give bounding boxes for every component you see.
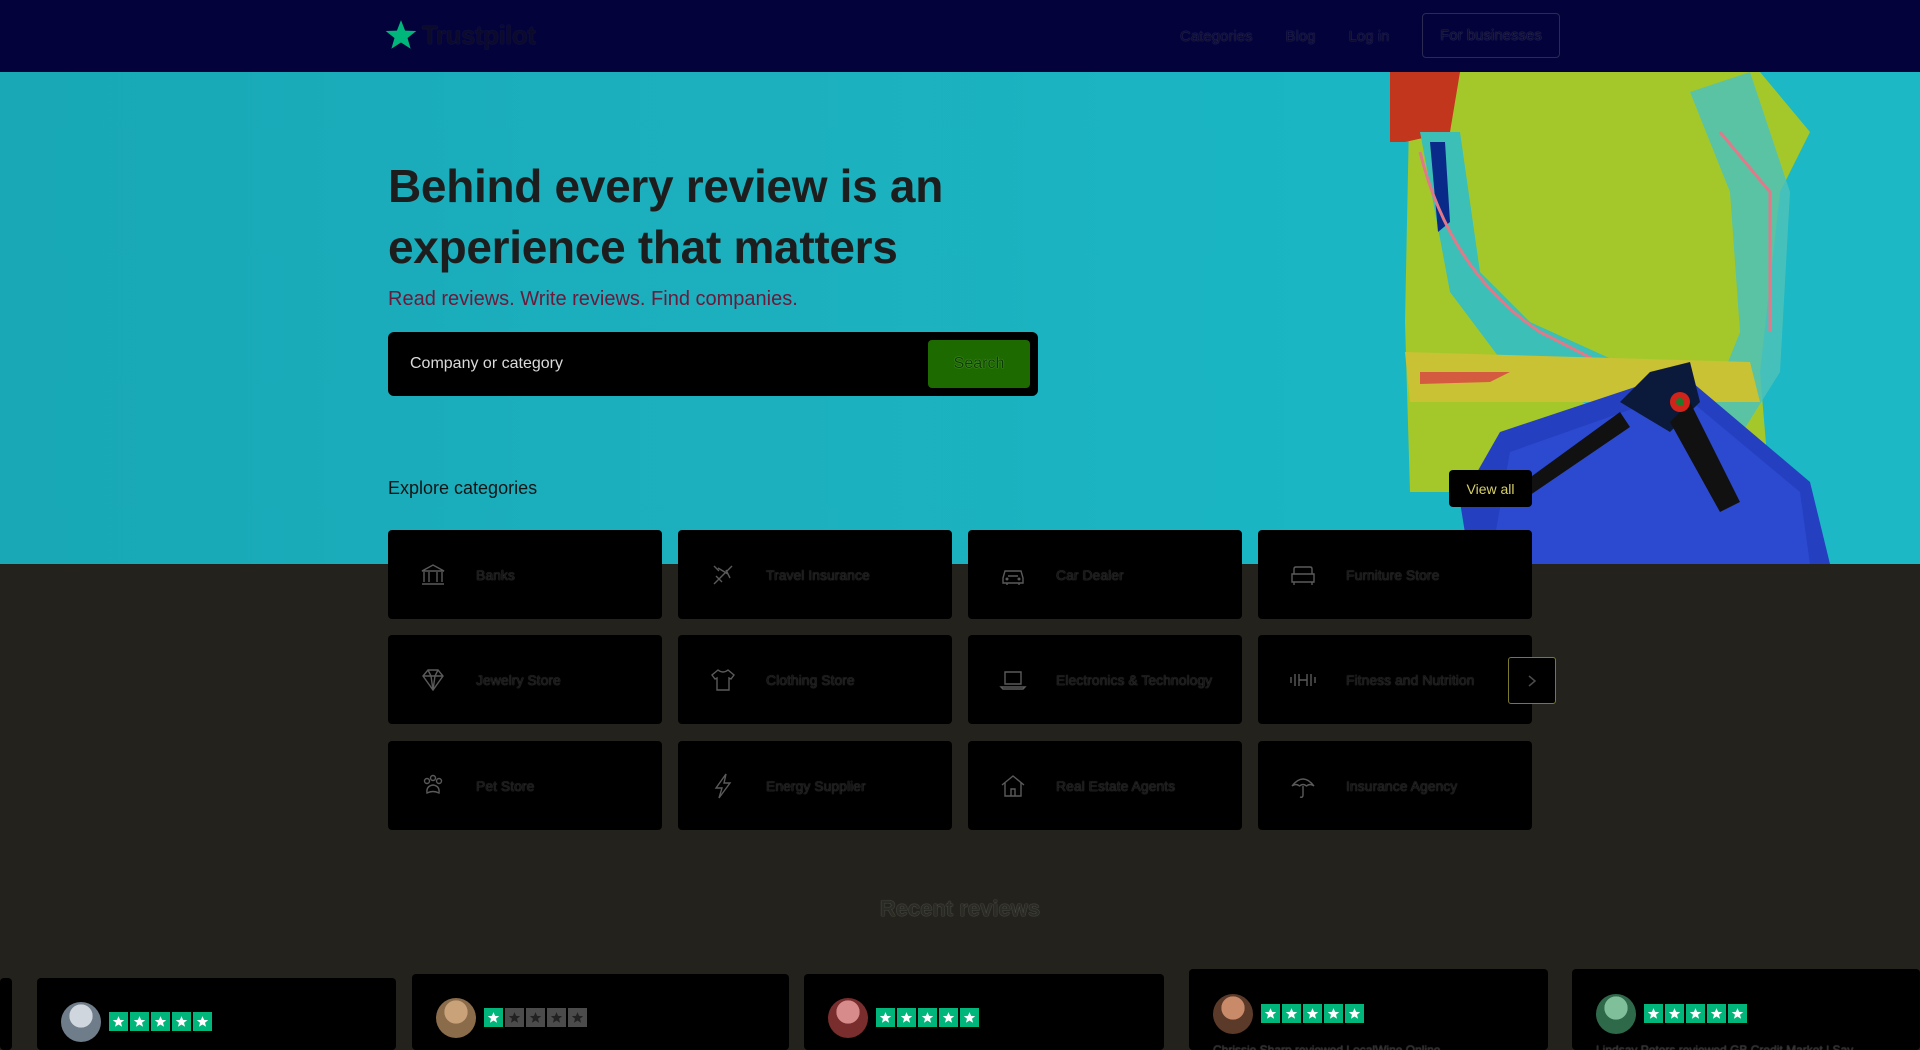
search-form: Search bbox=[388, 332, 1038, 396]
review-card[interactable]: Lindsay Peters reviewed GB Credit Market… bbox=[1572, 969, 1920, 1050]
empty-star-icon bbox=[526, 1008, 545, 1027]
category-card[interactable]: Furniture Store bbox=[1258, 530, 1532, 619]
filled-star-icon bbox=[939, 1008, 958, 1027]
top-navigation: Trustpilot Categories Blog Log in For bu… bbox=[0, 0, 1920, 72]
filled-star-icon bbox=[151, 1012, 170, 1031]
chevron-right-icon bbox=[1528, 674, 1537, 687]
reviewer-avatar bbox=[1213, 994, 1253, 1034]
house-icon bbox=[1001, 775, 1025, 797]
category-label: Energy Supplier bbox=[766, 777, 866, 794]
view-all-categories-button[interactable]: View all bbox=[1449, 470, 1532, 507]
review-card-edge[interactable] bbox=[0, 978, 12, 1050]
for-businesses-button[interactable]: For businesses bbox=[1422, 13, 1560, 58]
category-label: Furniture Store bbox=[1346, 566, 1440, 583]
filled-star-icon bbox=[918, 1008, 937, 1027]
hero-title: Behind every review is an experience tha… bbox=[388, 160, 943, 273]
reviewer-avatar bbox=[436, 998, 476, 1038]
next-categories-button[interactable] bbox=[1508, 657, 1556, 704]
category-label: Electronics & Technology bbox=[1056, 671, 1213, 688]
nav-link-categories[interactable]: Categories bbox=[1180, 28, 1253, 45]
review-author-line: Chrissie Sharp reviewed LocalWine Online bbox=[1213, 1043, 1441, 1050]
lightning-icon bbox=[714, 773, 732, 799]
filled-star-icon bbox=[1261, 1004, 1280, 1023]
star-rating bbox=[1644, 1004, 1747, 1023]
star-rating bbox=[1261, 1004, 1364, 1023]
filled-star-icon bbox=[1686, 1004, 1705, 1023]
nav-link-blog[interactable]: Blog bbox=[1286, 28, 1316, 45]
category-card[interactable]: Real Estate Agents bbox=[968, 741, 1242, 830]
category-label: Insurance Agency bbox=[1346, 777, 1458, 794]
category-card[interactable]: Energy Supplier bbox=[678, 741, 952, 830]
shirt-icon bbox=[711, 669, 735, 691]
review-card[interactable] bbox=[37, 978, 396, 1050]
filled-star-icon bbox=[1303, 1004, 1322, 1023]
category-card[interactable]: Fitness and Nutrition bbox=[1258, 635, 1532, 724]
reviewer-avatar bbox=[828, 998, 868, 1038]
car-icon bbox=[1002, 570, 1024, 585]
bank-icon bbox=[421, 564, 445, 585]
filled-star-icon bbox=[1644, 1004, 1663, 1023]
plane-icon bbox=[713, 565, 733, 585]
empty-star-icon bbox=[505, 1008, 524, 1027]
logo-text: Trustpilot bbox=[422, 19, 536, 50]
dumbbell-icon bbox=[1290, 674, 1316, 686]
empty-star-icon bbox=[568, 1008, 587, 1027]
filled-star-icon bbox=[1728, 1004, 1747, 1023]
trustpilot-logo[interactable]: Trustpilot bbox=[384, 18, 536, 52]
nav-link-login[interactable]: Log in bbox=[1349, 28, 1390, 45]
filled-star-icon bbox=[1707, 1004, 1726, 1023]
star-logo-icon bbox=[385, 20, 417, 49]
company-search-input[interactable] bbox=[410, 332, 910, 396]
category-label: Pet Store bbox=[476, 777, 535, 794]
filled-star-icon bbox=[960, 1008, 979, 1027]
category-card[interactable]: Insurance Agency bbox=[1258, 741, 1532, 830]
category-card[interactable]: Travel Insurance bbox=[678, 530, 952, 619]
filled-star-icon bbox=[1345, 1004, 1364, 1023]
umbrella-icon bbox=[1291, 778, 1315, 798]
filled-star-icon bbox=[1282, 1004, 1301, 1023]
diamond-icon bbox=[422, 669, 444, 692]
hero-section: Behind every review is an experience tha… bbox=[0, 72, 1920, 564]
category-card[interactable]: Clothing Store bbox=[678, 635, 952, 724]
empty-star-icon bbox=[547, 1008, 566, 1027]
filled-star-icon bbox=[193, 1012, 212, 1031]
category-card[interactable]: Electronics & Technology bbox=[968, 635, 1242, 724]
star-rating bbox=[109, 1012, 212, 1031]
review-card[interactable] bbox=[804, 974, 1164, 1050]
filled-star-icon bbox=[897, 1008, 916, 1027]
hero-subtitle: Read reviews. Write reviews. Find compan… bbox=[388, 288, 798, 310]
filled-star-icon bbox=[484, 1008, 503, 1027]
category-label: Real Estate Agents bbox=[1056, 777, 1176, 794]
category-card[interactable]: Banks bbox=[388, 530, 662, 619]
sofa-icon bbox=[1291, 566, 1315, 585]
category-label: Travel Insurance bbox=[766, 566, 870, 583]
review-card[interactable]: Chrissie Sharp reviewed LocalWine Online bbox=[1189, 969, 1548, 1050]
explore-categories-title: Explore categories bbox=[388, 478, 538, 498]
category-label: Car Dealer bbox=[1056, 566, 1124, 583]
filled-star-icon bbox=[1665, 1004, 1684, 1023]
star-rating bbox=[876, 1008, 979, 1027]
search-button[interactable]: Search bbox=[928, 340, 1030, 388]
filled-star-icon bbox=[109, 1012, 128, 1031]
reviewer-avatar bbox=[61, 1002, 101, 1042]
category-label: Jewelry Store bbox=[476, 671, 561, 688]
nav-links: Categories Blog Log in bbox=[1180, 0, 1422, 72]
filled-star-icon bbox=[172, 1012, 191, 1031]
laptop-icon bbox=[999, 671, 1027, 690]
category-card[interactable]: Pet Store bbox=[388, 741, 662, 830]
filled-star-icon bbox=[130, 1012, 149, 1031]
review-card[interactable] bbox=[412, 974, 789, 1050]
category-card[interactable]: Jewelry Store bbox=[388, 635, 662, 724]
filled-star-icon bbox=[1324, 1004, 1343, 1023]
recent-reviews-title: Recent reviews bbox=[879, 896, 1041, 921]
category-label: Clothing Store bbox=[766, 671, 855, 688]
reviewer-avatar bbox=[1596, 994, 1636, 1034]
filled-star-icon bbox=[876, 1008, 895, 1027]
category-card[interactable]: Car Dealer bbox=[968, 530, 1242, 619]
star-rating bbox=[484, 1008, 587, 1027]
category-label: Fitness and Nutrition bbox=[1346, 671, 1475, 688]
paw-icon bbox=[423, 774, 443, 795]
category-label: Banks bbox=[476, 566, 515, 583]
review-author-line: Lindsay Peters reviewed GB Credit Market… bbox=[1596, 1043, 1854, 1050]
